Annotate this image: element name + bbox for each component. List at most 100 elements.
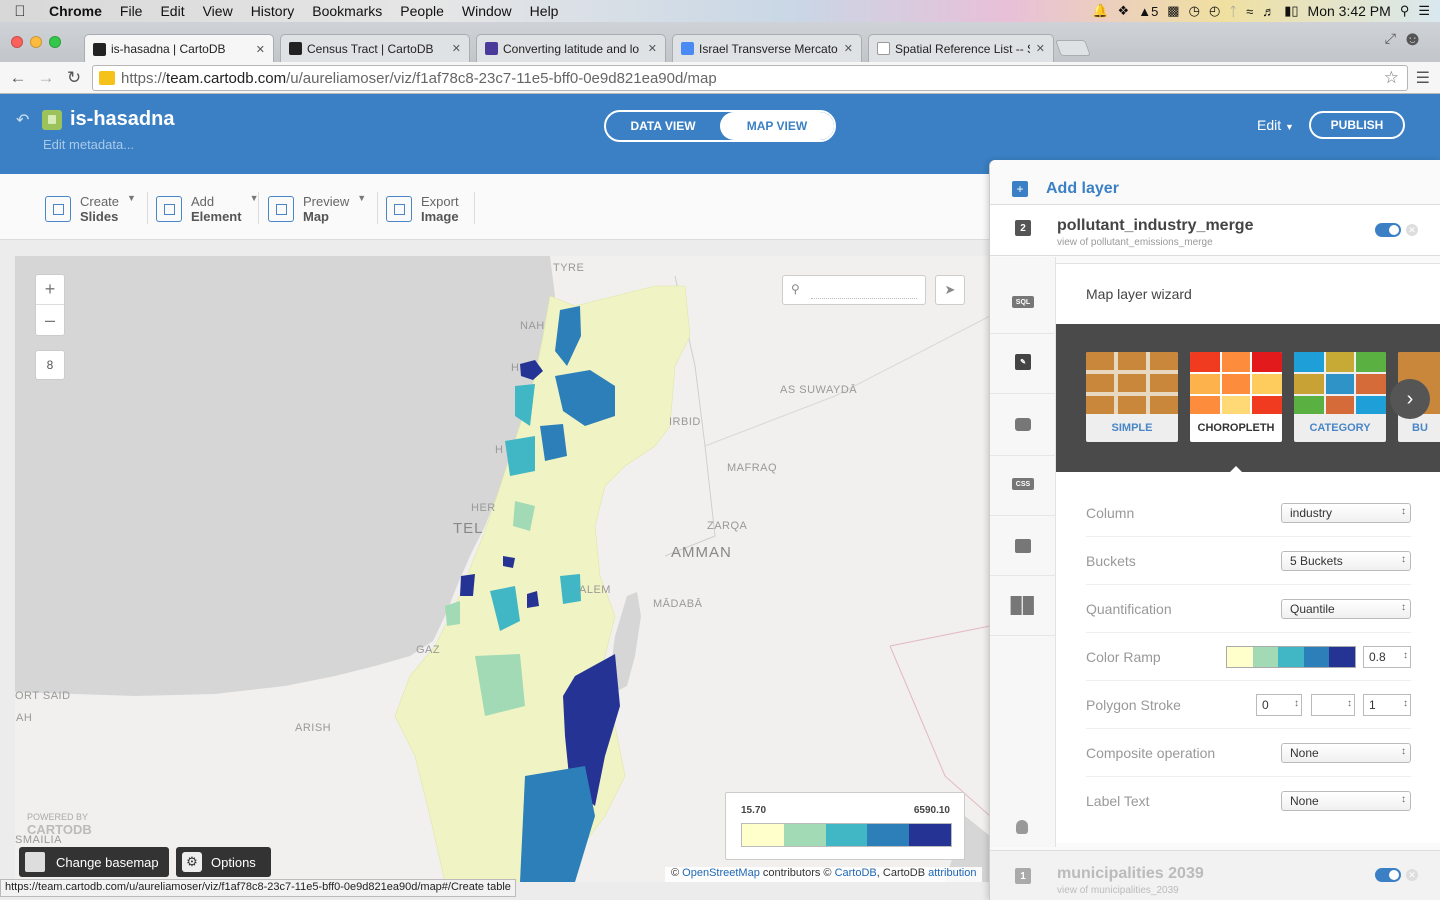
bookmark-star-icon[interactable]: ☆ (1384, 68, 1399, 88)
edit-metadata-link[interactable]: Edit metadata... (43, 137, 134, 152)
time-machine-icon[interactable]: ◴ (1209, 3, 1220, 19)
cartodb-link[interactable]: CartoDB (835, 867, 877, 879)
menu-file[interactable]: File (111, 3, 152, 19)
menu-view[interactable]: View (194, 3, 242, 19)
layer-name[interactable]: municipalities 2039 (1057, 865, 1204, 883)
back-icon[interactable]: ↶ (16, 110, 29, 130)
menu-app-name[interactable]: Chrome (40, 3, 111, 19)
color-ramp-picker[interactable] (1226, 645, 1356, 668)
bluetooth-icon[interactable]: ᛏ (1229, 4, 1237, 19)
css-icon[interactable]: CSS (1012, 475, 1034, 493)
attribution-link[interactable]: attribution (928, 867, 976, 879)
timer-icon[interactable]: ◷ (1189, 3, 1200, 19)
browser-tab[interactable]: Census Tract | CartoDB ✕ (280, 34, 470, 62)
wizard-type-category[interactable]: CATEGORY (1294, 352, 1386, 442)
add-element-button[interactable]: Add Element ▼ (156, 193, 259, 224)
menu-people[interactable]: People (391, 3, 453, 19)
zoom-in-button[interactable]: + (36, 275, 64, 305)
map-canvas[interactable]: TYRE NAH H H HER TEL AS SUWAYDĀ IRBID MA… (15, 256, 990, 882)
minimize-window-button[interactable] (30, 36, 42, 48)
address-bar[interactable]: https:// team.cartodb.com /u/aureliamose… (92, 65, 1408, 91)
zoom-window-button[interactable] (49, 36, 61, 48)
layer-header-collapsed[interactable]: 1 municipalities 2039 view of municipali… (990, 850, 1440, 900)
apple-icon[interactable]:  (0, 3, 40, 20)
preview-map-button[interactable]: Preview Map ▼ (268, 193, 366, 224)
edit-menu[interactable]: Edit ▼ (1257, 117, 1294, 133)
layer-visibility-toggle[interactable] (1375, 223, 1401, 237)
fullscreen-icon[interactable]: ⤢ (1385, 30, 1396, 47)
publish-button[interactable]: PUBLISH (1309, 111, 1405, 139)
dropbox-icon[interactable]: ❖ (1118, 3, 1130, 19)
change-basemap-button[interactable]: Change basemap (19, 847, 169, 877)
help-bulb-icon[interactable] (1016, 820, 1028, 834)
close-window-button[interactable] (11, 36, 23, 48)
map-search-input[interactable]: ⚲ (782, 275, 926, 305)
column-select[interactable]: industry (1281, 502, 1411, 523)
browser-tab[interactable]: Israel Transverse Mercator ✕ (672, 34, 862, 62)
chat-icon[interactable]: ▩ (1167, 3, 1179, 19)
data-view-tab[interactable]: DATA VIEW (606, 112, 720, 140)
infowindow-icon[interactable] (1012, 415, 1034, 433)
ramp-opacity-stepper[interactable]: 0.8 (1363, 646, 1411, 668)
menu-bookmarks[interactable]: Bookmarks (303, 3, 391, 19)
create-slides-button[interactable]: Create Slides ▼ (45, 193, 136, 224)
chevron-right-icon[interactable]: › (1390, 379, 1430, 419)
stroke-opacity-stepper[interactable]: 1 (1363, 694, 1411, 716)
adobe-icon[interactable]: ▲5 (1138, 4, 1158, 19)
sql-icon[interactable]: SQL (1012, 293, 1034, 311)
wizard-type-choropleth[interactable]: CHOROPLETH (1190, 352, 1282, 442)
battery-icon[interactable]: ▮▯ (1284, 3, 1298, 19)
close-icon[interactable]: ✕ (1036, 42, 1045, 55)
security-warning-icon[interactable] (99, 71, 115, 85)
close-icon[interactable]: ✕ (648, 42, 657, 55)
hamburger-menu-icon[interactable]: ☰ (1416, 68, 1430, 88)
share-location-icon[interactable]: ➤ (935, 275, 965, 305)
filters-icon[interactable]: ▉▉ (1011, 597, 1036, 615)
wifi-icon[interactable]: ≈ (1246, 4, 1253, 19)
forward-arrow-icon[interactable]: → (32, 68, 60, 88)
menu-edit[interactable]: Edit (151, 3, 193, 19)
close-icon[interactable]: ✕ (844, 42, 853, 55)
browser-tab[interactable]: is-hasadna | CartoDB ✕ (84, 34, 274, 63)
close-icon[interactable]: ✕ (452, 42, 461, 55)
wizard-icon[interactable]: ✎ (1012, 353, 1034, 371)
quantification-select[interactable]: Quantile (1281, 598, 1411, 619)
stroke-width-stepper[interactable]: 0 (1256, 694, 1302, 716)
profile-avatar-icon[interactable]: ☻ (1402, 28, 1430, 54)
options-button[interactable]: ⚙ Options (176, 847, 271, 877)
layer-visibility-toggle[interactable] (1375, 868, 1401, 882)
wizard-type-simple[interactable]: SIMPLE (1086, 352, 1178, 442)
export-image-button[interactable]: Export Image (386, 194, 459, 224)
zoom-out-button[interactable]: – (36, 305, 64, 335)
menu-history[interactable]: History (242, 3, 304, 19)
back-arrow-icon[interactable]: ← (4, 68, 32, 88)
caret-down-icon[interactable]: ▼ (127, 193, 136, 203)
spotlight-icon[interactable]: ⚲ (1400, 3, 1410, 19)
caret-down-icon[interactable]: ▼ (357, 193, 366, 203)
new-tab-button[interactable] (1055, 40, 1091, 56)
reload-icon[interactable]: ↻ (60, 68, 88, 88)
menu-help[interactable]: Help (521, 3, 568, 19)
composite-operation-select[interactable]: None (1281, 742, 1411, 763)
buckets-select[interactable]: 5 Buckets (1281, 550, 1411, 571)
layer-header[interactable]: 2 pollutant_industry_merge view of pollu… (990, 204, 1440, 256)
add-layer-button[interactable]: + Add layer (1012, 180, 1119, 198)
menu-window[interactable]: Window (453, 3, 521, 19)
search-field[interactable] (811, 283, 917, 299)
clock[interactable]: Mon 3:42 PM (1308, 3, 1391, 19)
osm-link[interactable]: OpenStreetMap (682, 867, 760, 879)
label-text-select[interactable]: None (1281, 791, 1411, 811)
layer-name[interactable]: pollutant_industry_merge (1057, 217, 1253, 235)
notification-center-icon[interactable]: ☰ (1418, 3, 1430, 19)
browser-tab[interactable]: Converting latitude and lo ✕ (476, 34, 666, 62)
remove-layer-icon[interactable]: ✕ (1406, 224, 1418, 236)
browser-tab[interactable]: Spatial Reference List -- Sp ✕ (868, 34, 1054, 62)
notification-bell-icon[interactable]: 🔔 (1092, 3, 1108, 19)
map-view-tab[interactable]: MAP VIEW (720, 112, 834, 140)
remove-layer-icon[interactable]: ✕ (1406, 869, 1418, 881)
legend-icon[interactable] (1012, 537, 1034, 555)
page-title[interactable]: is-hasadna (70, 108, 174, 131)
stroke-color-picker[interactable] (1311, 694, 1355, 716)
volume-icon[interactable]: ♬ (1262, 4, 1275, 19)
close-icon[interactable]: ✕ (256, 43, 265, 56)
